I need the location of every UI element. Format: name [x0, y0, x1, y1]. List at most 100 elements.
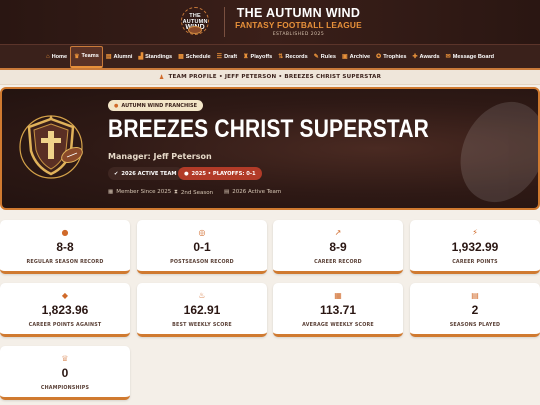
- awards-icon: ✚: [412, 54, 418, 60]
- breadcrumb-text: TEAM PROFILE • JEFF PETERSON • BREEZES C…: [168, 74, 382, 80]
- nav-item-label: Message Board: [452, 53, 495, 60]
- header-divider: [224, 7, 226, 37]
- nav-item-playoffs[interactable]: ♜ Playoffs: [240, 46, 275, 68]
- league-logo[interactable]: THE AUTUMN WIND: [178, 5, 212, 39]
- member-since-text: Member Since 2025: [116, 189, 172, 195]
- brand-established: ESTABLISHED 2025: [272, 32, 325, 37]
- playoffs-icon: ♜: [243, 54, 249, 60]
- stat-card-average-weekly-score: ▦ 113.71 AVERAGE WEEKLY SCORE: [273, 283, 403, 337]
- manager-name: Manager: Jeff Peterson: [108, 152, 212, 161]
- football-icon: [188, 26, 203, 34]
- records-icon: ⇅: [278, 54, 284, 60]
- fire-icon: ♨: [198, 291, 206, 300]
- nav-item-rules[interactable]: ✎ Rules: [311, 46, 339, 68]
- nav-item-label: Rules: [320, 53, 336, 60]
- football-icon: ●: [184, 170, 189, 177]
- stat-value: 0-1: [193, 240, 211, 254]
- stat-value: 113.71: [319, 303, 357, 317]
- user-icon: ♟: [158, 73, 165, 81]
- nav-item-schedule[interactable]: ▦ Schedule: [175, 46, 214, 68]
- stat-label: SEASONS PLAYED: [449, 323, 501, 328]
- football-icon: ●: [114, 102, 119, 109]
- stat-value: 1,823.96: [41, 303, 89, 317]
- schedule-icon: ▦: [178, 54, 184, 60]
- member-since: ▦ Member Since 2025: [108, 189, 171, 195]
- stat-card-career-points-against: ◆ 1,823.96 CAREER POINTS AGAINST: [0, 283, 130, 337]
- calculator-icon: ▦: [334, 291, 342, 300]
- stat-card-championships: ♕ 0 CHAMPIONSHIPS: [0, 346, 130, 400]
- stat-value: 1,932.99: [451, 240, 499, 254]
- nav-item-label: Home: [51, 53, 68, 60]
- shield-icon: ◆: [61, 291, 69, 300]
- home-icon: ⌂: [45, 53, 50, 60]
- nav-item-label: Trophies: [383, 53, 407, 60]
- stat-card-seasons-played: ▤ 2 SEASONS PLAYED: [410, 283, 540, 337]
- season-count: ⧗ 2nd Season: [174, 189, 213, 196]
- stat-label: BEST WEEKLY SCORE: [172, 323, 232, 328]
- nav-item-awards[interactable]: ✚ Awards: [410, 46, 443, 68]
- archive-icon: ▣: [341, 54, 348, 60]
- nav-item-label: Teams: [81, 53, 99, 59]
- hourglass-icon: ⧗: [174, 189, 178, 195]
- stat-label: CAREER POINTS: [452, 260, 498, 265]
- stat-card-regular-season-record: ● 8-8 REGULAR SEASON RECORD: [0, 220, 130, 274]
- trophies-icon: ✪: [376, 54, 382, 60]
- nav-item-draft[interactable]: ☰ Draft: [214, 46, 240, 68]
- draft-icon: ☰: [216, 54, 223, 60]
- breadcrumb: ♟ TEAM PROFILE • JEFF PETERSON • BREEZES…: [0, 70, 540, 85]
- alumni-icon: ▤: [105, 54, 112, 60]
- active-badge-label: 2026 ACTIVE TEAM: [121, 170, 177, 177]
- stat-card-career-points: ⚡ 1,932.99 CAREER POINTS: [410, 220, 540, 274]
- nav-item-records[interactable]: ⇅ Records: [275, 46, 310, 68]
- nav-item-label: Archive: [349, 53, 371, 60]
- team-hero: ● AUTUMN WIND FRANCHISE BREEZES CHRIST S…: [0, 87, 540, 210]
- medal-icon: ◎: [198, 228, 206, 237]
- nav-item-archive[interactable]: ▣ Archive: [339, 46, 373, 68]
- nav-item-trophies[interactable]: ✪ Trophies: [373, 46, 409, 68]
- message-board-icon: ✉: [445, 54, 451, 60]
- stat-value: 8-9: [329, 240, 347, 254]
- nav-item-standings[interactable]: ▟ Standings: [135, 46, 175, 68]
- stat-label: AVERAGE WEEKLY SCORE: [302, 323, 374, 328]
- brand-title: THE AUTUMN WIND: [236, 6, 361, 20]
- teams-icon: ♛: [74, 53, 80, 60]
- brand-block: THE AUTUMN WIND FANTASY FOOTBALL LEAGUE …: [235, 6, 362, 38]
- stat-label: POSTSEASON RECORD: [170, 260, 234, 265]
- nav-item-label: Awards: [419, 53, 440, 60]
- nav-item-label: Draft: [224, 53, 238, 60]
- check-circle-icon: ✔: [114, 170, 119, 177]
- site-header: THE AUTUMN WIND THE AUTUMN WIND FANTASY …: [0, 0, 540, 44]
- stat-label: CAREER POINTS AGAINST: [28, 323, 102, 328]
- trophy-icon: ♕: [61, 354, 69, 363]
- season-count-text: 2nd Season: [180, 189, 214, 196]
- calendar-icon: ▤: [471, 291, 479, 300]
- stat-label: REGULAR SEASON RECORD: [26, 260, 104, 265]
- playoffs-badge: ● 2025 • PLAYOFFS: 0-1: [178, 167, 262, 180]
- bolt-icon: ⚡: [472, 228, 478, 237]
- franchise-badge: ● AUTUMN WIND FRANCHISE: [108, 100, 204, 111]
- main-nav: ⌂ Home ♛ Teams ▤ Alumni ▟ Standings ▦ Schedule ☰ Dr…: [0, 44, 540, 70]
- nav-item-label: Schedule: [185, 53, 211, 60]
- nav-item-label: Playoffs: [250, 53, 273, 60]
- nav-item-label: Records: [285, 53, 308, 60]
- stat-card-best-weekly-score: ♨ 162.91 BEST WEEKLY SCORE: [137, 283, 267, 337]
- active-team-meta: ▤ 2026 Active Team: [224, 189, 281, 195]
- nav-item-label: Standings: [145, 53, 173, 60]
- calendar-check-icon: ▤: [224, 189, 230, 195]
- stat-label: CAREER RECORD: [314, 260, 362, 265]
- active-team-badge: ✔ 2026 ACTIVE TEAM: [108, 167, 183, 180]
- nav-item-alumni[interactable]: ▤ Alumni: [103, 46, 136, 68]
- nav-item-label: Alumni: [113, 53, 133, 60]
- stat-value: 2: [471, 303, 479, 317]
- nav-item-teams[interactable]: ♛ Teams: [70, 45, 103, 68]
- brand-subtitle: FANTASY FOOTBALL LEAGUE: [235, 20, 362, 30]
- active-team-text: 2026 Active Team: [232, 189, 282, 195]
- nav-item-message-board[interactable]: ✉ Message Board: [443, 46, 497, 68]
- football-icon: ●: [61, 228, 69, 237]
- playoffs-badge-label: 2025 • PLAYOFFS: 0-1: [191, 170, 256, 177]
- chart-line-icon: ↗: [334, 228, 342, 237]
- stat-value: 8-8: [56, 240, 74, 254]
- nav-item-home[interactable]: ⌂ Home: [43, 46, 70, 68]
- hero-football-icon: [460, 101, 538, 203]
- stat-value: 0: [61, 366, 69, 380]
